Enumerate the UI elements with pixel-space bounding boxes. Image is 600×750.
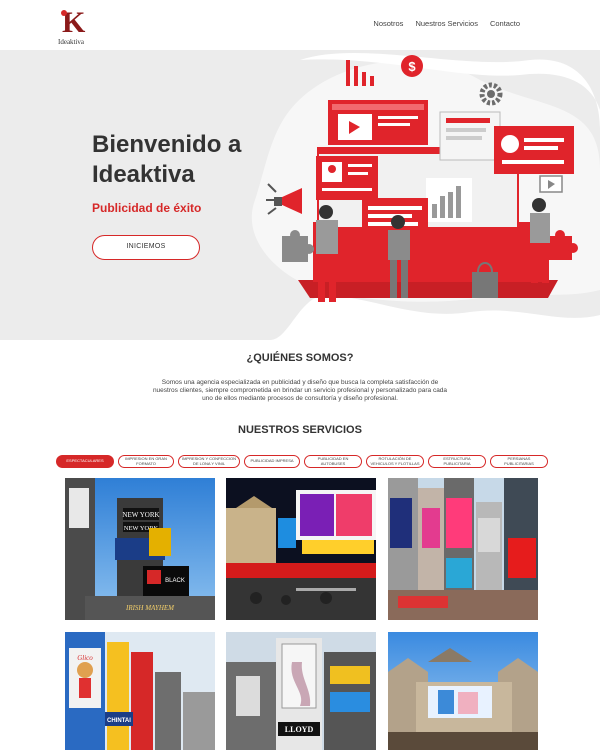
play-icon <box>539 175 563 193</box>
gallery-photo-2[interactable] <box>226 478 376 620</box>
photo4-sign-glico: Glico <box>77 654 93 662</box>
photo4-sign-chintai: CHINTAI <box>107 718 131 724</box>
nav-item-contacto[interactable]: Contacto <box>490 19 520 28</box>
hero-illustration: $ <box>266 55 578 302</box>
services-title: NUESTROS SERVICIOS <box>238 424 362 436</box>
tab-impresion-gran-formato[interactable]: IMPRESION EN GRAN FORMATO <box>118 455 174 468</box>
svg-text:$: $ <box>408 59 416 74</box>
who-we-are-text: Somos una agencia especializada en publi… <box>152 379 448 403</box>
tab-estructura-publicitaria[interactable]: ESTRUCTURA PUBLICITARIA <box>428 455 486 468</box>
who-we-are-title: ¿QUIÉNES SOMOS? <box>246 352 354 364</box>
bar-chart-icon <box>346 60 374 86</box>
photo1-sign-4: IRISH MAYHEM <box>125 604 175 612</box>
logo-dot <box>61 10 67 16</box>
gallery-photo-6[interactable] <box>388 632 538 750</box>
tab-vehiculos-flotillas[interactable]: ROTULACIÓN DE VEHICULOS Y FLOTILLAS <box>366 455 424 468</box>
puzzle-icon-right <box>548 230 578 260</box>
gallery-photo-4[interactable]: Glico CHINTAI <box>65 632 215 750</box>
photo5-sign-lloyd: LLOYD <box>285 725 314 734</box>
page: K Ideaktiva Nosotros Nuestros Servicios … <box>0 0 600 750</box>
photo1-sign-3: BLACK <box>165 578 185 584</box>
dollar-icon: $ <box>401 55 423 77</box>
nav-item-servicios[interactable]: Nuestros Servicios <box>415 19 478 28</box>
gallery-photo-3[interactable] <box>388 478 538 620</box>
hero-subtitle: Publicidad de éxito <box>92 201 202 215</box>
tab-persianas-publicitarias[interactable]: PERSIANAS PUBLICITARIAS <box>490 455 548 468</box>
brand-logo[interactable]: K Ideaktiva <box>58 6 92 46</box>
gallery-photo-5[interactable]: LLOYD <box>226 632 376 750</box>
photo1-sign-1: NEW YORK <box>122 511 159 519</box>
nav-item-nosotros[interactable]: Nosotros <box>373 19 403 28</box>
main-nav: Nosotros Nuestros Servicios Contacto <box>373 19 520 28</box>
iniciemos-button[interactable]: INICIEMOS <box>92 235 200 260</box>
tab-lona-vinil[interactable]: IMPRESION Y CONFECCION DE LONA Y VINIL <box>178 455 240 468</box>
puzzle-icon-left <box>282 230 314 262</box>
gear-icon <box>479 82 503 106</box>
tab-publicidad-impresa[interactable]: PUBLICIDAD IMPRESA <box>244 455 300 468</box>
gallery-photo-1[interactable]: NEW YORK NEW YORK BLACK IRISH MAYHEM <box>65 478 215 620</box>
services-tabs: ESPECTACULARES IMPRESION EN GRAN FORMATO… <box>56 455 556 469</box>
megaphone-icon <box>266 183 302 215</box>
logo-text: Ideaktiva <box>58 38 85 46</box>
tab-autobuses[interactable]: PUBLICIDAD EN AUTOBUSES <box>304 455 362 468</box>
tab-espectaculares[interactable]: ESPECTACULARES <box>56 455 114 468</box>
